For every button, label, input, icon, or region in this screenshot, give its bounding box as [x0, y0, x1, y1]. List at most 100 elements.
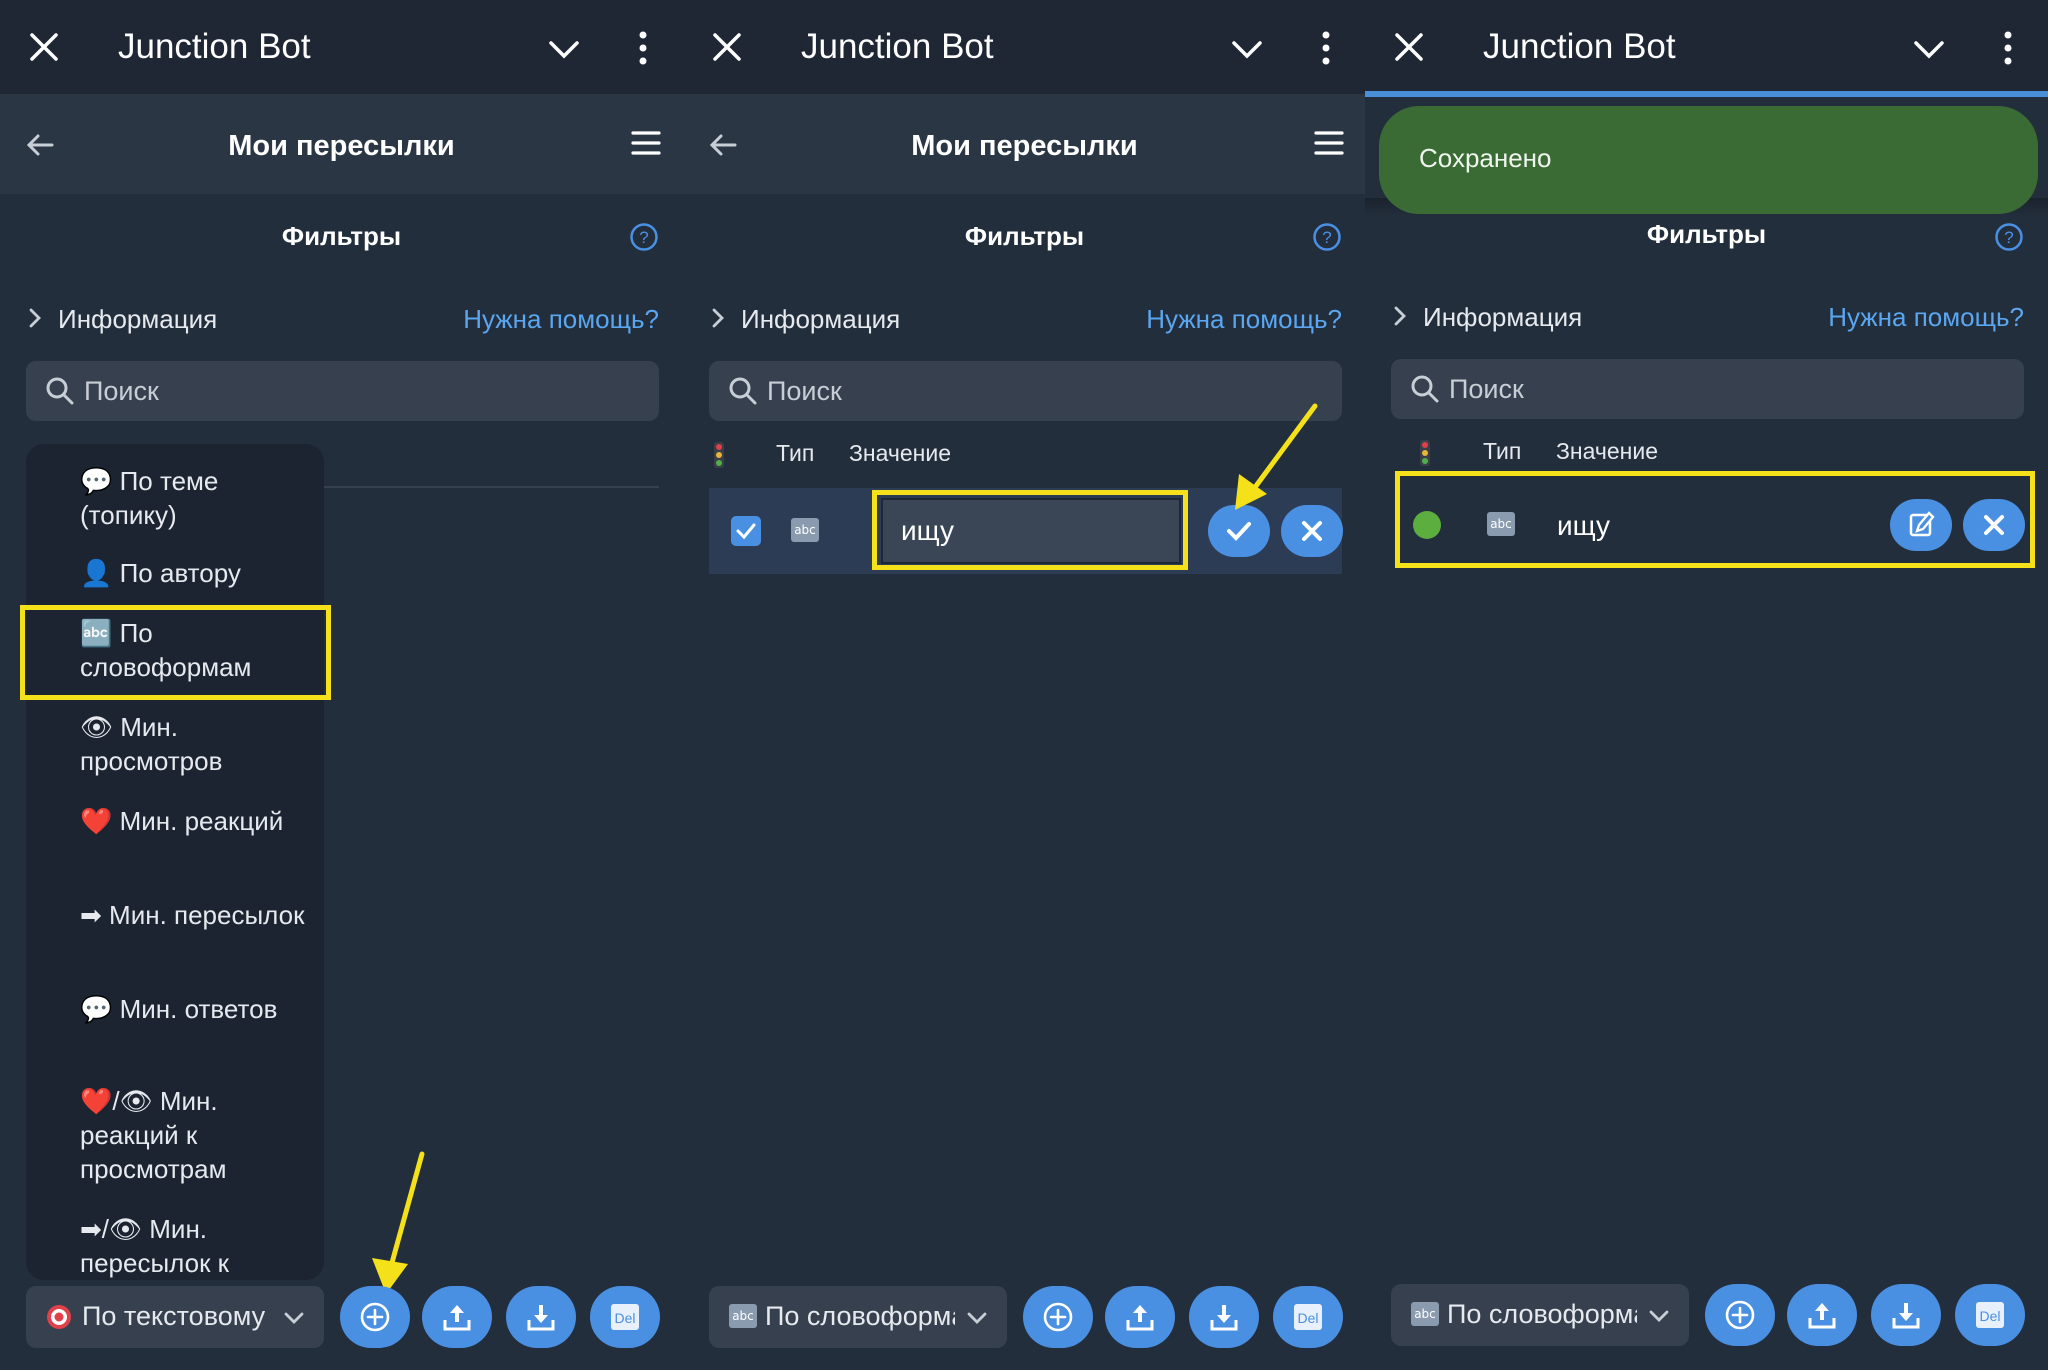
top-bar: Junction Bot: [0, 0, 683, 94]
download-button[interactable]: [1871, 1284, 1941, 1346]
column-type: Тип: [776, 440, 815, 466]
bottom-toolbar: По текстовому Del: [0, 1286, 683, 1348]
table-header: Тип Значение: [1365, 436, 2048, 472]
filter-type-select[interactable]: abc По словоформам: [1391, 1284, 1689, 1346]
heart-icon: ❤️: [80, 806, 113, 836]
svg-text:?: ?: [639, 228, 648, 247]
upload-button[interactable]: [1105, 1286, 1175, 1348]
search-input[interactable]: Поиск: [26, 361, 659, 421]
del-key-icon: Del: [1976, 1302, 2004, 1328]
close-icon[interactable]: [1389, 27, 1429, 67]
plus-circle-icon: [1043, 1302, 1073, 1332]
chevron-down-icon[interactable]: [1910, 30, 1948, 68]
abc-icon: abc: [729, 1304, 757, 1328]
close-icon[interactable]: [24, 27, 64, 67]
search-input[interactable]: Поиск: [1391, 359, 2024, 419]
hamburger-menu-icon[interactable]: [631, 130, 661, 156]
filters-title: Фильтры: [1646, 219, 1767, 249]
kebab-icon[interactable]: [1316, 28, 1336, 68]
target-icon: [47, 1305, 71, 1329]
dropdown-item-label: Мин. пересылок: [109, 900, 305, 930]
traffic-light-icon: [1420, 440, 1430, 466]
nav-bar: Мои пересылки: [683, 94, 1366, 194]
help-link[interactable]: Нужна помощь?: [1828, 299, 2024, 335]
search-icon: [729, 377, 757, 405]
dropdown-item-label: По автору: [119, 558, 241, 588]
dropdown-item-min-views[interactable]: 👁 Мин. просмотров: [80, 710, 320, 778]
dropdown-item-label: Мин. реакций: [119, 806, 284, 836]
close-icon[interactable]: [707, 27, 747, 67]
dropdown-item-min-replies[interactable]: 💬 Мин. ответов: [80, 992, 320, 1026]
person-icon: 👤: [80, 558, 113, 588]
info-label: Информация: [1423, 302, 1583, 332]
help-circle-icon[interactable]: ?: [1994, 222, 2024, 252]
pointer-arrow-icon: [1235, 403, 1318, 510]
chevron-down-icon[interactable]: [545, 30, 583, 68]
app-title: Junction Bot: [801, 27, 994, 66]
hamburger-menu-icon[interactable]: [1314, 130, 1344, 156]
dropdown-item-min-reactions[interactable]: ❤️ Мин. реакций: [80, 804, 320, 838]
filter-type-select[interactable]: По текстовому: [26, 1286, 324, 1348]
upload-icon: [1126, 1305, 1154, 1331]
help-circle-icon[interactable]: ?: [629, 222, 659, 252]
page-title: Мои пересылки: [228, 130, 455, 162]
panel-3: Junction Bot Сохранено Фильтры ? Информа…: [1365, 0, 2048, 1370]
info-row[interactable]: Информация Нужна помощь?: [709, 299, 1342, 339]
plus-circle-icon: [1725, 1300, 1755, 1330]
chevron-down-icon[interactable]: [1228, 30, 1266, 68]
search-icon: [46, 377, 74, 405]
download-button[interactable]: [1189, 1286, 1259, 1348]
dropdown-item-label: Мин. ответов: [119, 994, 278, 1024]
filter-type-select[interactable]: abc По словоформам: [709, 1286, 1007, 1348]
help-link[interactable]: Нужна помощь?: [463, 301, 659, 337]
heart-eye-icon: ❤️/👁: [80, 1086, 153, 1116]
column-value: Значение: [1556, 438, 1658, 464]
kebab-icon[interactable]: [1998, 28, 2018, 68]
del-key-icon: Del: [611, 1304, 639, 1330]
info-row[interactable]: Информация Нужна помощь?: [1391, 297, 2024, 337]
download-icon: [1210, 1305, 1238, 1331]
saved-toast: Сохранено: [1379, 106, 2038, 214]
filters-title: Фильтры: [964, 221, 1085, 251]
app-title: Junction Bot: [1483, 27, 1676, 66]
search-placeholder: Поиск: [84, 376, 159, 406]
column-type: Тип: [1483, 438, 1522, 464]
info-row[interactable]: Информация Нужна помощь?: [26, 299, 659, 339]
help-circle-icon[interactable]: ?: [1312, 222, 1342, 252]
help-link[interactable]: Нужна помощь?: [1146, 301, 1342, 337]
delete-button[interactable]: Del: [590, 1286, 660, 1348]
eye-icon: 👁: [80, 712, 114, 742]
download-button[interactable]: [506, 1286, 576, 1348]
app-title: Junction Bot: [118, 27, 311, 66]
dropdown-item-topic[interactable]: 💬 По теме (топику): [80, 464, 320, 532]
chevron-down-icon: [1649, 1310, 1669, 1322]
delete-button[interactable]: Del: [1273, 1286, 1343, 1348]
row-checkbox[interactable]: [731, 516, 761, 546]
chevron-right-icon: [712, 308, 724, 328]
divider: [324, 486, 659, 488]
plus-circle-icon: [360, 1302, 390, 1332]
arrow-eye-icon: ➡/👁: [80, 1214, 143, 1244]
dropdown-item-reactions-to-views[interactable]: ❤️/👁 Мин. реакций к просмотрам: [80, 1084, 320, 1186]
svg-text:Del: Del: [614, 1310, 635, 1326]
add-button[interactable]: [1023, 1286, 1093, 1348]
chevron-down-icon: [284, 1312, 304, 1324]
search-placeholder: Поиск: [1449, 374, 1524, 404]
dropdown-item-min-forwards[interactable]: ➡ Мин. пересылок: [80, 898, 320, 932]
dropdown-item-author[interactable]: 👤 По автору: [80, 556, 320, 590]
loading-progress-bar: [1365, 91, 2048, 97]
dropdown-item-forwards-to-views[interactable]: ➡/👁 Мин. пересылок к: [80, 1212, 320, 1280]
kebab-icon[interactable]: [633, 28, 653, 68]
add-button[interactable]: [1705, 1284, 1775, 1346]
speech-bubble-icon: 💬: [80, 994, 113, 1024]
upload-button[interactable]: [422, 1286, 492, 1348]
add-button[interactable]: [340, 1286, 410, 1348]
bottom-toolbar: abc По словоформам Del: [683, 1286, 1366, 1348]
delete-button[interactable]: Del: [1955, 1284, 2025, 1346]
svg-text:?: ?: [1322, 228, 1331, 247]
abc-icon: abc: [791, 518, 819, 542]
top-bar: Junction Bot: [683, 0, 1366, 94]
upload-button[interactable]: [1787, 1284, 1857, 1346]
checkmark-icon: [736, 523, 756, 540]
top-bar: Junction Bot: [1365, 0, 2048, 94]
